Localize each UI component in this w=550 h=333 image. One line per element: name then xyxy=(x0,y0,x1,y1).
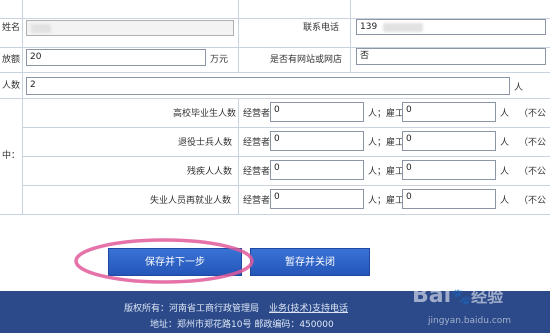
row-label: 残疾人人数 xyxy=(187,167,233,177)
col-divider xyxy=(22,0,23,214)
row-label: 退役士兵人数 xyxy=(178,138,233,148)
employee-label: 人；雇工 xyxy=(368,167,405,177)
employee-field[interactable]: 0 xyxy=(402,189,496,209)
col-divider xyxy=(238,98,239,214)
employee-unit: 人 xyxy=(500,167,510,177)
employee-unit: 人 xyxy=(500,138,510,148)
operator-value: 0 xyxy=(274,163,280,173)
address-text: 地址：郑州市郑花路10号 邮政编码：450000 xyxy=(150,320,334,330)
privacy-note: （不公 xyxy=(519,109,547,119)
row-divider xyxy=(0,214,550,215)
save-and-close-button[interactable]: 暂存并关闭 xyxy=(250,248,370,276)
operator-value: 0 xyxy=(274,134,280,144)
website-field[interactable]: 否 xyxy=(356,48,546,65)
redacted-name xyxy=(31,24,51,33)
watermark-url: jingyan.baidu.com xyxy=(428,316,512,326)
people-count-value: 2 xyxy=(30,80,36,90)
website-value: 否 xyxy=(360,51,370,61)
section-label: 中： xyxy=(2,151,21,161)
operator-label: 经营者 xyxy=(243,167,271,177)
employee-field[interactable]: 0 xyxy=(402,160,496,180)
col-divider xyxy=(238,0,239,72)
privacy-note: （不公 xyxy=(519,167,547,177)
phone-label: 联系电话 xyxy=(303,23,340,33)
watermark-brand-cn: 经验 xyxy=(471,287,504,306)
employee-unit: 人 xyxy=(500,196,510,206)
employee-value: 0 xyxy=(406,134,412,144)
privacy-note: （不公 xyxy=(519,196,547,206)
amount-label: 放额 xyxy=(2,55,21,65)
operator-field[interactable]: 0 xyxy=(270,160,364,180)
operator-label: 经营者 xyxy=(243,109,271,119)
row-divider xyxy=(22,156,550,157)
employee-value: 0 xyxy=(406,163,412,173)
highlight-ellipse xyxy=(74,238,254,284)
amount-field[interactable]: 20 xyxy=(26,49,206,66)
amount-unit: 万元 xyxy=(210,55,229,65)
phone-value: 139 xyxy=(360,22,378,32)
operator-label: 经营者 xyxy=(243,196,271,206)
employee-value: 0 xyxy=(406,192,412,202)
row-label: 失业人员再就业人数 xyxy=(150,196,232,206)
watermark-brand: Bai xyxy=(412,283,452,308)
employee-unit: 人 xyxy=(500,109,510,119)
website-label: 是否有网站或网店 xyxy=(270,55,343,65)
name-label: 姓名 xyxy=(2,23,21,33)
phone-field[interactable]: 139 xyxy=(356,19,546,35)
people-label: 人数 xyxy=(2,81,21,91)
row-divider xyxy=(0,72,550,73)
paw-icon: 🐾 xyxy=(451,287,472,306)
employee-label: 人；雇工 xyxy=(368,138,405,148)
operator-field[interactable]: 0 xyxy=(270,131,364,151)
baidu-watermark: Bai🐾经验 xyxy=(412,283,503,308)
amount-value: 20 xyxy=(30,52,42,62)
people-count-field[interactable]: 2 xyxy=(26,77,510,95)
col-divider xyxy=(350,0,351,72)
row-divider xyxy=(0,98,550,99)
redacted-phone xyxy=(383,23,423,32)
support-phone-link[interactable]: 业务(技术)支持电话 xyxy=(269,304,348,315)
employee-field[interactable]: 0 xyxy=(402,102,496,122)
employee-value: 0 xyxy=(406,105,412,115)
row-divider xyxy=(22,127,550,128)
name-field[interactable] xyxy=(26,20,234,36)
copyright-text: 版权所有：河南省工商行政管理局 xyxy=(124,304,260,314)
people-unit: 人 xyxy=(514,83,524,93)
operator-value: 0 xyxy=(274,192,280,202)
employee-label: 人；雇工 xyxy=(368,109,405,119)
row-label: 高校毕业生人数 xyxy=(173,109,237,119)
row-divider xyxy=(22,185,550,186)
privacy-note: （不公 xyxy=(519,138,547,148)
employee-label: 人；雇工 xyxy=(368,196,405,206)
operator-field[interactable]: 0 xyxy=(270,189,364,209)
operator-value: 0 xyxy=(274,105,280,115)
operator-field[interactable]: 0 xyxy=(270,102,364,122)
employee-field[interactable]: 0 xyxy=(402,131,496,151)
operator-label: 经营者 xyxy=(243,138,271,148)
